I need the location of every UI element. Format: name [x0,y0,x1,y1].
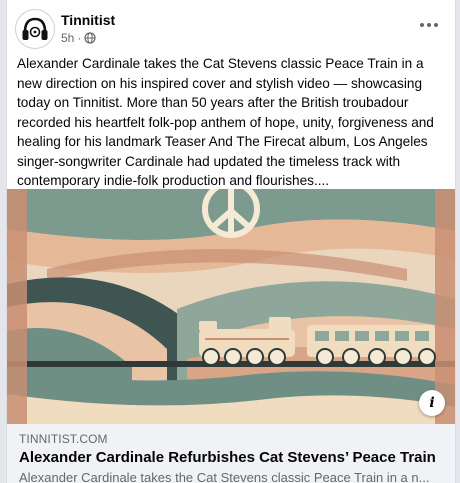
post-body: Alexander Cardinale takes the Cat Steven… [17,56,434,188]
link-description: Alexander Cardinale takes the Cat Steven… [19,470,430,483]
post-meta: 5h · [61,31,96,45]
page-name[interactable]: Tinnitist [61,12,115,28]
globe-icon [84,32,96,44]
page-avatar[interactable] [15,9,55,49]
link-title[interactable]: Alexander Cardinale Refurbishes Cat Stev… [19,449,436,466]
link-domain: TINNITIST.COM [19,432,108,446]
link-preview-image[interactable]: i [7,189,455,424]
post-header: Tinnitist 5h · [15,9,447,49]
more-options-icon[interactable] [415,15,443,35]
peace-train-artwork [7,189,455,424]
headphones-logo-icon [22,17,48,40]
meta-separator: · [77,31,82,45]
link-preview[interactable]: TINNITIST.COM Alexander Cardinale Refurb… [7,424,455,483]
info-icon[interactable]: i [419,390,445,416]
post-card: Tinnitist 5h · Alexander Cardinale takes… [6,0,456,483]
post-time[interactable]: 5h [61,31,74,45]
